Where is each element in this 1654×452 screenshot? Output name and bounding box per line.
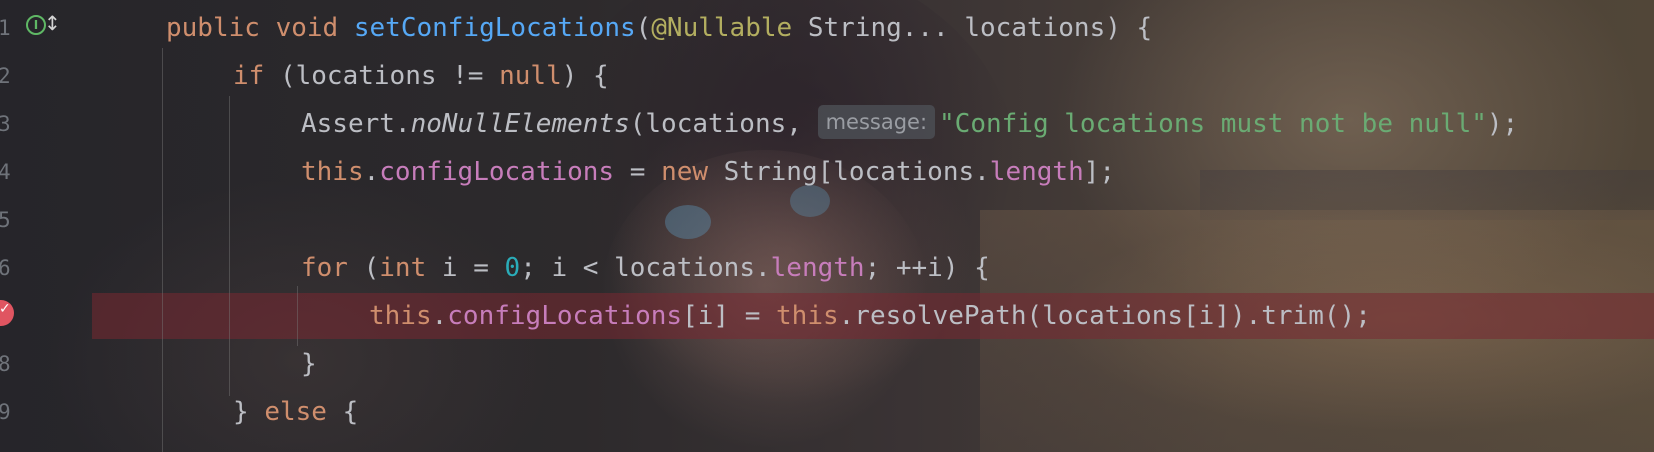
code-line-3[interactable]: Assert.noNullElements(locations, message… bbox=[301, 100, 1518, 148]
keyword: public bbox=[166, 13, 260, 43]
field-reference[interactable]: length bbox=[771, 253, 865, 283]
line-number[interactable]: 9 bbox=[0, 388, 12, 436]
checkmark-icon: ✓ bbox=[0, 301, 11, 317]
code-text: = bbox=[614, 157, 662, 187]
keyword: new bbox=[661, 157, 709, 187]
keyword: int bbox=[379, 253, 427, 283]
code-text: String[locations. bbox=[708, 157, 990, 187]
indent-guide bbox=[162, 48, 163, 452]
field-reference[interactable]: configLocations bbox=[379, 157, 614, 187]
code-line-4[interactable]: this.configLocations = new String[locati… bbox=[301, 148, 1115, 196]
keyword: void bbox=[275, 13, 339, 43]
keyword: if bbox=[233, 61, 265, 91]
number-literal: 0 bbox=[504, 253, 521, 283]
code-text: String... locations) { bbox=[792, 13, 1153, 43]
code-text: ); bbox=[1486, 109, 1519, 139]
code-text: ; i < locations. bbox=[520, 253, 771, 283]
line-number[interactable]: 4 bbox=[0, 148, 12, 196]
breakpoint-icon[interactable]: ✓ bbox=[0, 300, 14, 326]
keyword: null bbox=[499, 61, 562, 91]
code-text: (locations, bbox=[629, 109, 818, 139]
code-text: ( bbox=[635, 13, 652, 43]
annotation[interactable]: @Nullable bbox=[651, 13, 792, 43]
override-arrow-icon[interactable]: ↕ bbox=[44, 12, 61, 34]
code-line-9[interactable]: } else { bbox=[233, 388, 358, 436]
line-number[interactable]: 5 bbox=[0, 196, 12, 244]
line-number[interactable]: 8 bbox=[0, 340, 12, 388]
editor-gutter[interactable]: 1 2 3 4 5 6 8 9 I ↕ ✓ bbox=[0, 0, 88, 452]
code-text: } bbox=[233, 397, 265, 427]
code-editor[interactable]: public void setConfigLocations(@Nullable… bbox=[0, 0, 1654, 452]
code-text: (locations != bbox=[264, 61, 500, 91]
code-line-6[interactable]: for (int i = 0; i < locations.length; ++… bbox=[301, 244, 990, 292]
code-line-8[interactable]: } bbox=[301, 340, 317, 388]
code-text: i = bbox=[426, 253, 505, 283]
line-number[interactable]: 6 bbox=[0, 244, 12, 292]
code-text: Assert. bbox=[301, 109, 411, 139]
code-text: . bbox=[431, 301, 448, 331]
keyword: else bbox=[264, 397, 327, 427]
code-text: ) { bbox=[561, 61, 609, 91]
code-text: ]; bbox=[1083, 157, 1116, 187]
indent-guide bbox=[297, 286, 298, 346]
keyword: this bbox=[776, 301, 839, 331]
code-text: ; ++i) { bbox=[864, 253, 990, 283]
method-name[interactable]: setConfigLocations bbox=[354, 13, 636, 43]
code-text: .resolvePath(locations[i]).trim(); bbox=[838, 301, 1371, 331]
field-reference[interactable]: configLocations bbox=[447, 301, 682, 331]
keyword: this bbox=[301, 157, 364, 187]
code-text: . bbox=[363, 157, 380, 187]
code-text: [i] = bbox=[682, 301, 777, 331]
code-line-2[interactable]: if (locations != null) { bbox=[233, 52, 609, 100]
parameter-hint: message: bbox=[817, 105, 936, 139]
indent-guide bbox=[229, 96, 230, 396]
line-number[interactable]: 2 bbox=[0, 52, 12, 100]
code-line-1[interactable]: public void setConfigLocations(@Nullable… bbox=[166, 4, 1152, 52]
field-reference[interactable]: length bbox=[990, 157, 1084, 187]
code-line-7[interactable]: this.configLocations[i] = this.resolvePa… bbox=[369, 292, 1371, 340]
string-literal: "Config locations must not be null" bbox=[939, 109, 1487, 139]
keyword: this bbox=[369, 301, 432, 331]
code-text: } bbox=[301, 349, 317, 379]
keyword: for bbox=[301, 253, 348, 283]
static-method-call[interactable]: noNullElements bbox=[411, 109, 630, 139]
code-text: { bbox=[326, 397, 359, 427]
implements-method-icon[interactable]: I bbox=[26, 15, 46, 35]
line-number[interactable]: 3 bbox=[0, 100, 12, 148]
code-text: ( bbox=[347, 253, 380, 283]
line-number[interactable]: 1 bbox=[0, 4, 12, 52]
